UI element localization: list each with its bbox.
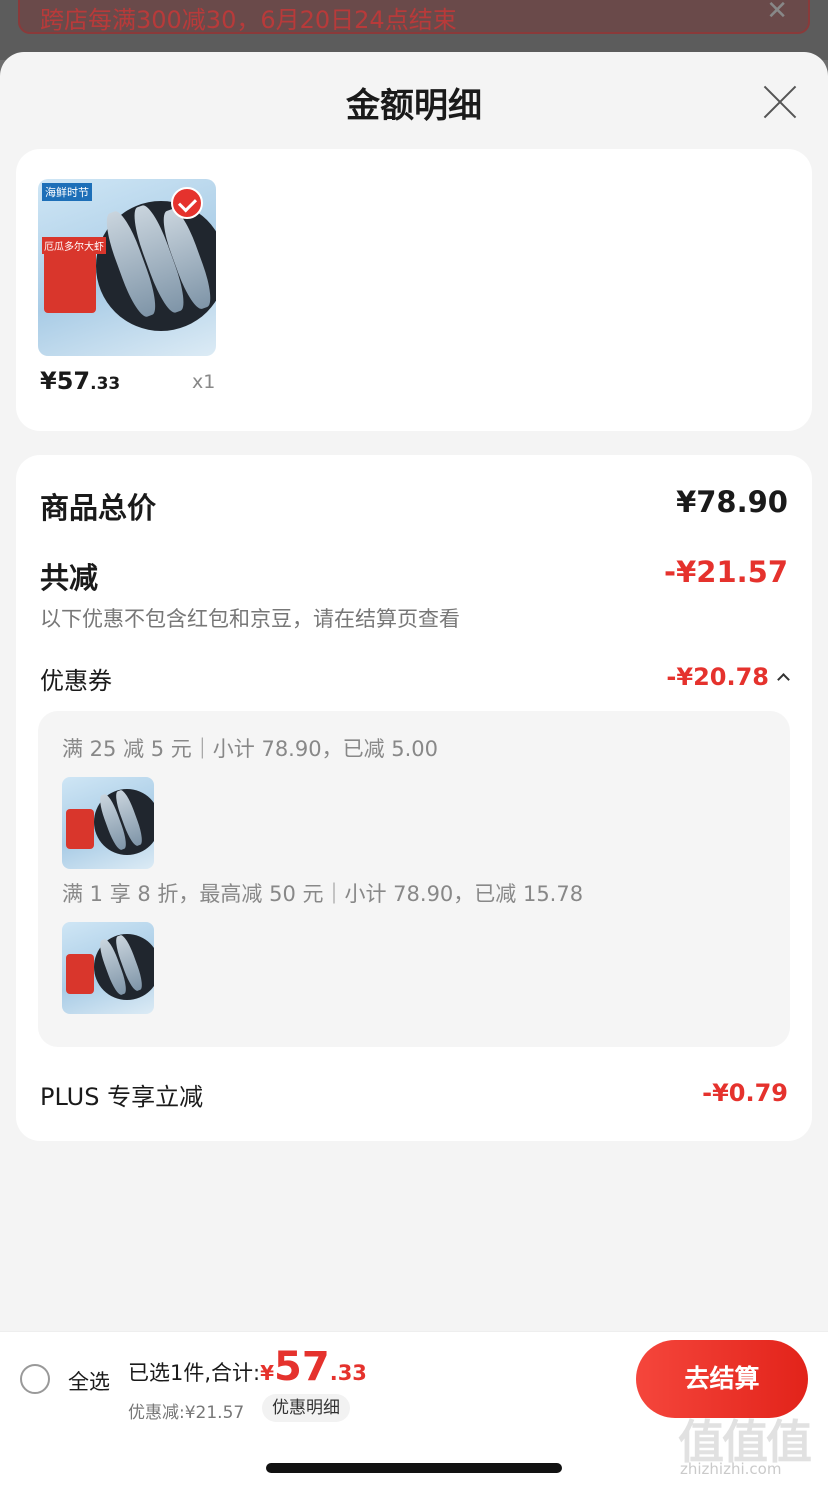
summary-total-dec: .33: [329, 1361, 367, 1385]
promo-close-icon: ✕: [766, 0, 788, 26]
discount-detail-button[interactable]: 优惠明细: [262, 1394, 350, 1422]
home-indicator[interactable]: [266, 1463, 562, 1473]
thumb-label-box: [66, 954, 94, 994]
coupon-value: -¥20.78: [666, 663, 769, 691]
summary-yen: ¥: [260, 1361, 275, 1385]
thumb-title: 厄瓜多尔大虾: [42, 237, 106, 254]
total-reduce-value: -¥21.57: [664, 555, 788, 589]
discount-summary: 优惠减:¥21.57: [128, 1403, 245, 1423]
selected-summary: 已选1件,合计:¥57.33: [128, 1344, 367, 1390]
total-price-label: 商品总价: [40, 491, 157, 525]
coupon-toggle[interactable]: -¥20.78: [666, 663, 790, 691]
selected-check-icon[interactable]: [171, 187, 203, 219]
close-icon[interactable]: [760, 82, 800, 122]
amount-detail-sheet: 金额明细 海鲜时节 厄瓜多尔大虾 ¥57.33 x1 商品总价 ¥78.90 共…: [0, 52, 828, 1489]
promo-banner-text: 跨店每满300减30，6月20日24点结束: [40, 6, 457, 34]
thumb-badge: 海鲜时节: [42, 183, 92, 201]
coupon-item-thumbnail: [62, 777, 154, 869]
coupon-item-text: 满 1 享 8 折，最高减 50 元｜小计 78.90，已减 15.78: [62, 882, 584, 906]
coupon-label: 优惠券: [40, 667, 112, 695]
summary-total-int: 57: [274, 1344, 330, 1390]
discount-note: 以下优惠不包含红包和京豆，请在结算页查看: [40, 607, 460, 631]
thumb-label-box: [66, 809, 94, 849]
coupon-item-text: 满 25 减 5 元｜小计 78.90，已减 5.00: [62, 737, 439, 761]
total-reduce-label: 共减: [40, 561, 99, 595]
product-quantity: x1: [192, 371, 216, 393]
product-card: 海鲜时节 厄瓜多尔大虾 ¥57.33 x1: [16, 149, 812, 431]
background-banner: 跨店每满300减30，6月20日24点结束 ✕: [0, 0, 828, 60]
price-detail-card: 商品总价 ¥78.90 共减 -¥21.57 以下优惠不包含红包和京豆，请在结算…: [16, 455, 812, 1141]
select-all-label[interactable]: 全选: [68, 1366, 110, 1396]
coupon-detail-box: 满 25 减 5 元｜小计 78.90，已减 5.00 满 1 享 8 折，最高…: [38, 711, 790, 1047]
sheet-title: 金额明细: [346, 86, 482, 126]
coupon-item-thumbnail: [62, 922, 154, 1014]
checkout-bar: 全选 已选1件,合计:¥57.33 优惠减:¥21.57 优惠明细 去结算 值值…: [0, 1331, 828, 1489]
select-all-radio[interactable]: [20, 1364, 50, 1394]
plus-discount-value: -¥0.79: [702, 1079, 788, 1107]
product-price-dec: .33: [90, 374, 121, 394]
plus-discount-label: PLUS 专享立减: [40, 1083, 204, 1111]
total-price-value: ¥78.90: [676, 485, 788, 519]
chevron-up-icon: [777, 673, 790, 686]
watermark-url: zhizhizhi.com: [680, 1460, 782, 1478]
promo-banner: 跨店每满300减30，6月20日24点结束 ✕: [18, 0, 810, 34]
summary-prefix: 已选1件,合计:: [128, 1361, 261, 1385]
product-price-int: ¥57: [40, 367, 91, 395]
product-price: ¥57.33: [40, 367, 120, 395]
